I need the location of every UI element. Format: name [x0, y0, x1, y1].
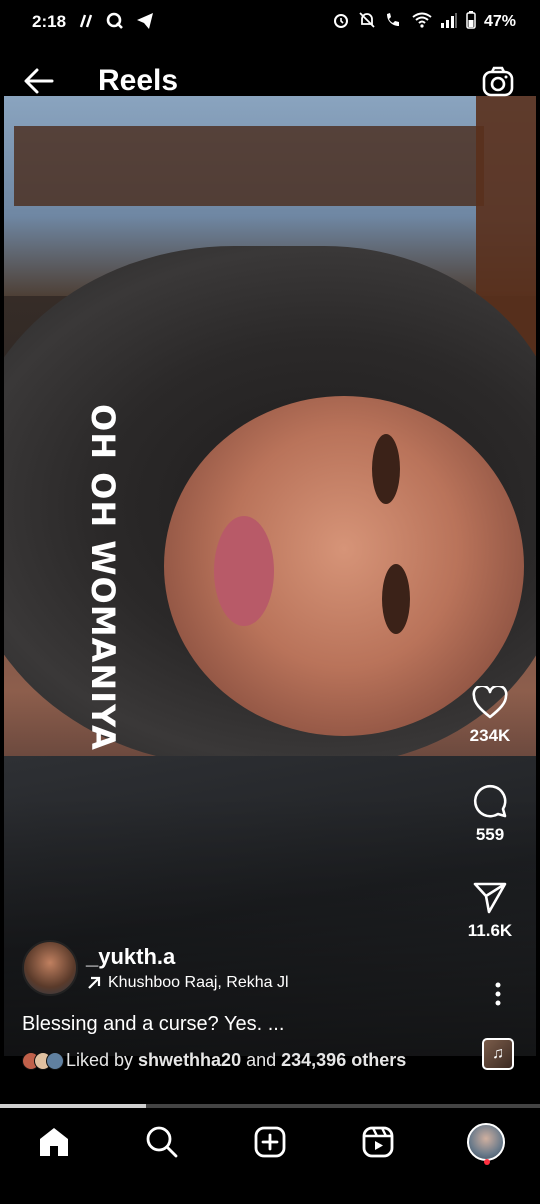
arrow-left-icon [24, 68, 54, 94]
comment-count: 559 [475, 825, 505, 844]
system-nav-bar [0, 1174, 540, 1204]
nav-home[interactable] [27, 1115, 81, 1169]
heart-icon [472, 686, 508, 719]
status-bar: 2:18 47% [0, 0, 540, 44]
video-progress-fill [0, 1104, 146, 1108]
battery-icon [466, 10, 476, 34]
overlay-caption: OH OH WOMANIYA [84, 404, 122, 751]
audio-name: Khushboo Raaj, Rekha Jl [108, 974, 289, 991]
signal-icon [440, 12, 458, 33]
like-count: 234K [469, 726, 511, 745]
comment-icon [473, 784, 507, 818]
music-note-icon: ♫ [492, 1045, 504, 1062]
reels-header: Reels [0, 54, 540, 110]
video-progress-bar[interactable] [0, 1104, 540, 1108]
bottom-nav [0, 1110, 540, 1174]
nav-reels[interactable] [351, 1115, 405, 1169]
liked-by-row[interactable]: Liked by shwethha20 and 234,396 others [22, 1050, 406, 1071]
liker-avatars [22, 1051, 64, 1070]
create-icon [254, 1126, 286, 1158]
liked-by-count[interactable]: 234,396 others [281, 1050, 406, 1070]
nav-create[interactable] [243, 1115, 297, 1169]
reels-icon [362, 1126, 394, 1158]
notification-dot [484, 1159, 490, 1165]
page-title: Reels [98, 64, 179, 97]
audio-attribution[interactable]: Khushboo Raaj, Rekha Jl [86, 974, 289, 992]
n-icon [78, 13, 94, 32]
liked-by-text: Liked by shwethha20 and 234,396 others [66, 1050, 407, 1070]
creator-avatar[interactable] [22, 940, 78, 996]
like-button[interactable]: 234K [440, 686, 540, 746]
nav-search[interactable] [135, 1115, 189, 1169]
share-count: 11.6K [467, 921, 513, 940]
back-button[interactable] [22, 64, 56, 98]
camera-button[interactable] [482, 66, 514, 98]
alarm-icon [332, 11, 350, 34]
send-icon [473, 882, 507, 914]
comment-button[interactable]: 559 [440, 783, 540, 845]
creator-username[interactable]: _yukth.a [86, 944, 175, 970]
home-icon [40, 1128, 68, 1156]
mute-icon [358, 11, 376, 34]
more-vertical-icon [495, 982, 501, 1006]
arrow-up-right-icon [88, 976, 101, 989]
q-icon [106, 12, 124, 33]
liked-by-user[interactable]: shwethha20 [138, 1050, 241, 1070]
reel-caption[interactable]: Blessing and a curse? Yes. ... [22, 1013, 284, 1036]
search-icon [146, 1126, 178, 1158]
audio-thumbnail-button[interactable]: ♫ [482, 1038, 514, 1070]
battery-level: 47% [483, 13, 516, 30]
wifi-call-icon [384, 11, 404, 34]
wifi-icon [412, 12, 432, 33]
status-time: 2:18 [32, 12, 67, 31]
share-button[interactable]: 11.6K [440, 881, 540, 941]
camera-icon [482, 66, 514, 97]
more-options-button[interactable] [486, 980, 510, 1010]
profile-avatar [467, 1123, 505, 1161]
nav-profile[interactable] [459, 1115, 513, 1169]
telegram-icon [136, 12, 154, 33]
